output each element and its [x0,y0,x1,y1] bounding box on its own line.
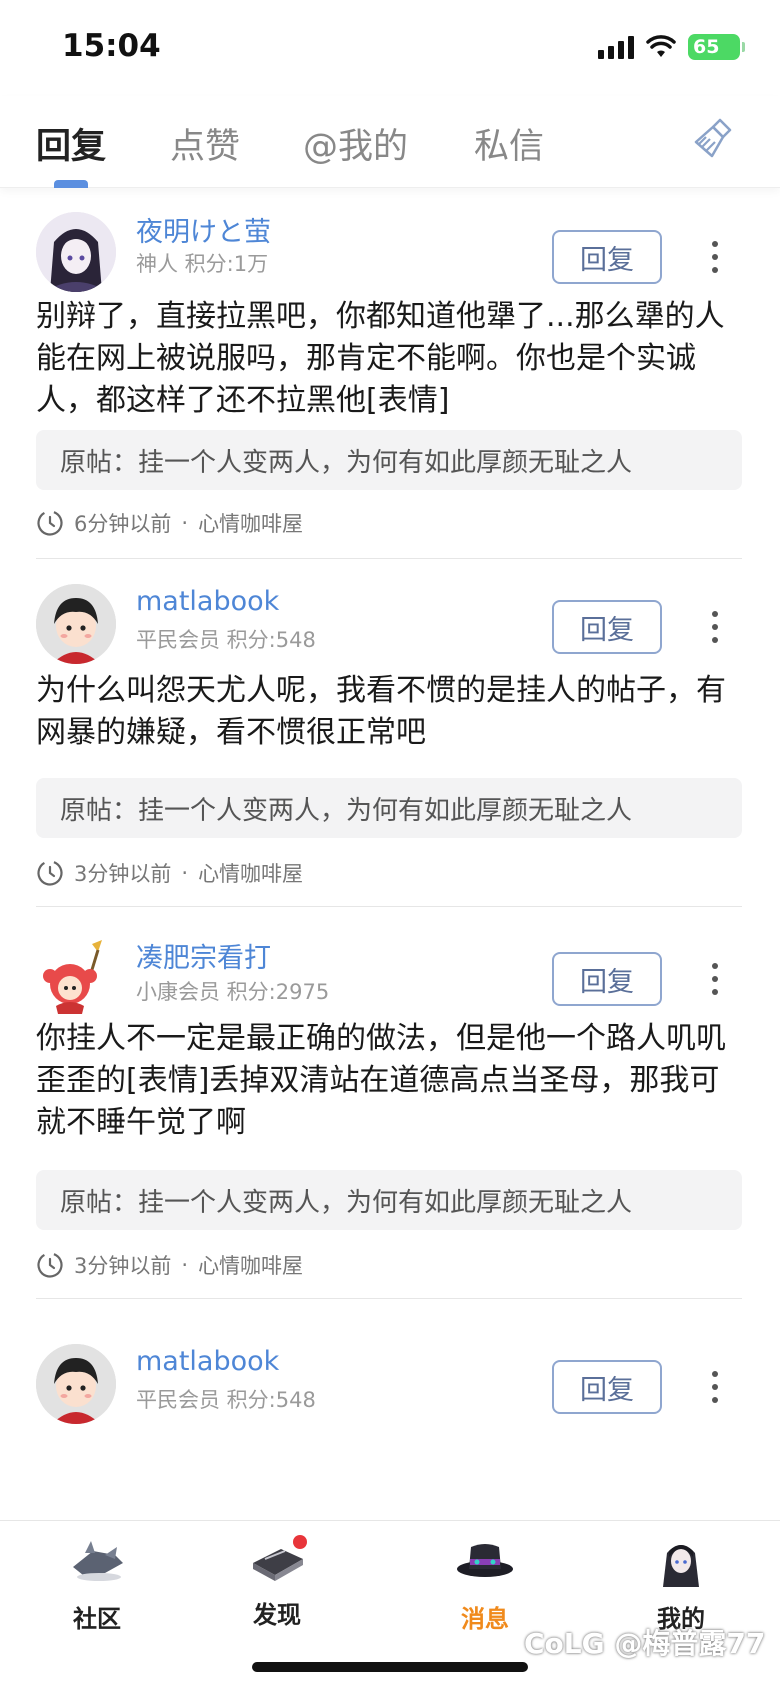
origin-title: 挂一个人变两人，为何有如此厚颜无耻之人 [138,447,633,478]
nav-profile[interactable]: 我的 [626,1533,736,1634]
original-post-link[interactable]: 原帖： 挂一个人变两人，为何有如此厚颜无耻之人 [36,430,742,490]
wifi-icon [646,35,676,57]
tab-likes[interactable]: 点赞 [170,118,240,169]
nav-community[interactable]: 社区 [42,1533,152,1634]
user-rank-points: 平民会员 积分:548 [136,628,316,652]
watermark: CoLG @梅普露77 [524,1627,766,1660]
user-rank-points: 神人 积分:1万 [136,252,269,276]
clock-icon [37,1252,63,1278]
reply-button[interactable]: 回复 [552,230,662,284]
reply-button[interactable]: 回复 [552,1360,662,1414]
meta-separator: · [181,511,189,535]
reply-card: 夜明けと萤 神人 积分:1万 回复 别辩了，直接拉黑吧，你都知道他犟了...那么… [0,190,780,559]
avatar[interactable] [36,1344,116,1424]
username[interactable]: 凑肥宗看打 [136,936,271,975]
user-rank-points: 平民会员 积分:548 [136,1388,316,1412]
meta-separator: · [181,1253,189,1277]
notification-badge [293,1535,307,1549]
active-tab-indicator [54,180,88,188]
nav-messages[interactable]: 消息 [430,1533,540,1634]
avatar[interactable] [36,936,116,1016]
profile-icon [663,1545,699,1587]
origin-prefix: 原帖： [60,795,139,826]
battery-icon: 65 [688,34,745,60]
user-rank-points: 小康会员 积分:2975 [136,980,330,1004]
clock-icon [37,860,63,886]
message-icon [457,1544,513,1577]
avatar[interactable] [36,212,116,292]
origin-prefix: 原帖： [60,447,139,478]
username[interactable]: 夜明けと萤 [136,210,271,249]
forum-name[interactable]: 心情咖啡屋 [198,508,303,538]
nav-label: 社区 [73,1605,121,1633]
battery-level: 65 [693,36,720,58]
tab-private-messages[interactable]: 私信 [474,118,544,169]
forum-name[interactable]: 心情咖啡屋 [198,858,303,888]
original-post-link[interactable]: 原帖： 挂一个人变两人，为何有如此厚颜无耻之人 [36,1170,742,1230]
tab-mentions[interactable]: @我的 [303,118,408,169]
origin-prefix: 原帖： [60,1187,139,1218]
meta-separator: · [181,861,189,885]
comment-text: 别辩了，直接拉黑吧，你都知道他犟了...那么犟的人能在网上被说服吗，那肯定不能啊… [36,299,725,418]
comment-meta: 3分钟以前 · 心情咖啡屋 [36,858,303,888]
discover-icon [245,1533,309,1587]
status-icons: 65 [598,34,745,60]
username[interactable]: matlabook [136,1346,279,1377]
clock-icon [37,510,63,536]
origin-title: 挂一个人变两人，为何有如此厚颜无耻之人 [138,795,633,826]
home-indicator[interactable] [252,1662,528,1672]
tab-reply[interactable]: 回复 [36,118,106,169]
more-options-icon[interactable] [700,230,730,284]
comment-meta: 3分钟以前 · 心情咖啡屋 [36,1250,303,1280]
comment-time: 3分钟以前 [74,1254,172,1278]
forum-name[interactable]: 心情咖啡屋 [198,1250,303,1280]
cellular-signal-icon [598,35,634,59]
comment-time: 3分钟以前 [74,862,172,886]
comment-time: 6分钟以前 [74,512,172,536]
community-icon [73,1541,123,1581]
more-options-icon[interactable] [700,952,730,1006]
comment-text: 为什么叫怨天尤人呢，我看不惯的是挂人的帖子，有网暴的嫌疑，看不惯很正常吧 [36,673,726,750]
more-options-icon[interactable] [700,600,730,654]
reply-feed: 夜明けと萤 神人 积分:1万 回复 别辩了，直接拉黑吧，你都知道他犟了...那么… [0,190,780,1520]
comment-meta: 6分钟以前 · 心情咖啡屋 [36,508,303,538]
reply-button[interactable]: 回复 [552,952,662,1006]
nav-discover[interactable]: 发现 [222,1533,332,1630]
message-tabs: 回复 点赞 @我的 私信 [0,96,780,188]
reply-card: 凑肥宗看打 小康会员 积分:2975 回复 你挂人不一定是最正确的做法，但是他一… [0,906,780,1320]
avatar[interactable] [36,584,116,664]
original-post-link[interactable]: 原帖： 挂一个人变两人，为何有如此厚颜无耻之人 [36,778,742,838]
origin-title: 挂一个人变两人，为何有如此厚颜无耻之人 [138,1187,633,1218]
nav-label: 发现 [253,1601,301,1629]
status-time: 15:04 [62,28,161,64]
reply-card: matlabook 平民会员 积分:548 回复 [0,1320,780,1520]
reply-button[interactable]: 回复 [552,600,662,654]
comment-text: 你挂人不一定是最正确的做法，但是他一个路人叽叽歪歪的[表情]丢掉双清站在道德高点… [36,1021,726,1140]
broom-icon[interactable] [690,116,736,162]
more-options-icon[interactable] [700,1360,730,1414]
reply-card: matlabook 平民会员 积分:548 回复 为什么叫怨天尤人呢，我看不惯的… [0,558,780,930]
status-bar: 15:04 65 [0,0,780,96]
divider [36,1298,742,1299]
username[interactable]: matlabook [136,586,279,617]
